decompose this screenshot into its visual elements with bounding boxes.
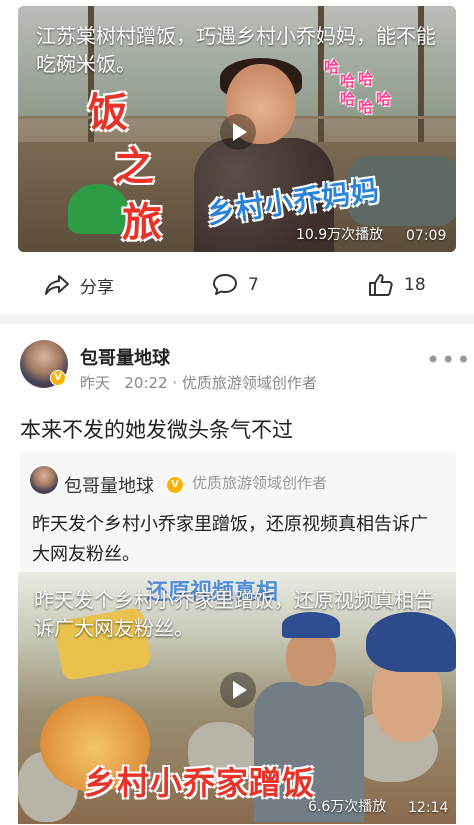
quoted-author-avatar[interactable] bbox=[30, 466, 58, 494]
like-count: 18 bbox=[404, 275, 426, 295]
thumbs-up-icon bbox=[368, 273, 394, 297]
side-text-1: 饭 bbox=[88, 89, 128, 136]
haha-sticker: 哈 bbox=[340, 90, 356, 108]
quoted-author-tag: 优质旅游领域创作者 bbox=[192, 474, 328, 492]
side-text-2: 之 bbox=[114, 143, 154, 190]
play-count: 10.9万次播放 bbox=[296, 227, 384, 243]
haha-sticker: 哈 bbox=[376, 90, 392, 108]
video-thumbnail-2[interactable]: 还原视频真相 昨天发个乡村小乔家里蹭饭，还原视频真相告诉广大网友粉丝。 乡村小乔… bbox=[18, 572, 456, 824]
haha-sticker: 哈 bbox=[358, 98, 374, 116]
play-icon[interactable] bbox=[220, 672, 256, 708]
video-duration: 07:09 bbox=[406, 228, 447, 244]
video-overlay-title: 昨天发个乡村小乔家里蹭饭，还原视频真相告诉广大网友粉丝。 bbox=[34, 588, 434, 640]
video-overlay-title: 江苏棠树村蹭饭，巧遇乡村小乔妈妈，能不能吃碗米饭。 bbox=[36, 24, 436, 76]
post-divider bbox=[0, 314, 474, 324]
share-label: 分享 bbox=[80, 277, 114, 298]
post-action-bar: 分享 7 18 bbox=[0, 256, 474, 314]
post-text: 本来不发的她发微头条气不过 bbox=[20, 418, 293, 442]
comment-icon bbox=[212, 273, 238, 297]
comment-button[interactable]: 7 bbox=[212, 270, 259, 300]
video-bottom-banner: 乡村小乔家蹭饭 bbox=[84, 764, 316, 802]
share-icon bbox=[44, 273, 70, 297]
comment-count: 7 bbox=[248, 275, 259, 295]
post-meta: 昨天 20:22 · 优质旅游领域创作者 bbox=[80, 372, 317, 393]
share-button[interactable]: 分享 bbox=[44, 270, 114, 300]
verified-badge-icon: V bbox=[166, 476, 184, 494]
verified-badge-icon: V bbox=[50, 370, 66, 386]
play-icon[interactable] bbox=[220, 114, 256, 150]
quoted-post-text: 昨天发个乡村小乔家里蹭饭，还原视频真相告诉广大网友粉丝。 bbox=[32, 514, 428, 565]
post-date: 昨天 bbox=[80, 374, 111, 392]
author-tag: · 优质旅游领域创作者 bbox=[172, 374, 317, 392]
more-options-icon[interactable]: ••• bbox=[426, 346, 471, 374]
side-text-3: 旅 bbox=[122, 199, 162, 246]
play-count: 6.6万次播放 bbox=[308, 799, 387, 815]
author-name[interactable]: 包哥量地球 bbox=[80, 344, 170, 370]
video-duration: 12:14 bbox=[408, 800, 449, 816]
video-thumbnail-1[interactable]: 饭 之 旅 哈 哈 哈 哈 哈 哈 江苏棠树村蹭饭，巧遇乡村小乔妈妈，能不能吃碗… bbox=[18, 6, 456, 252]
post-time: 20:22 bbox=[124, 374, 168, 392]
like-button[interactable]: 18 bbox=[368, 270, 426, 300]
quoted-author-name[interactable]: 包哥量地球 bbox=[64, 472, 154, 498]
